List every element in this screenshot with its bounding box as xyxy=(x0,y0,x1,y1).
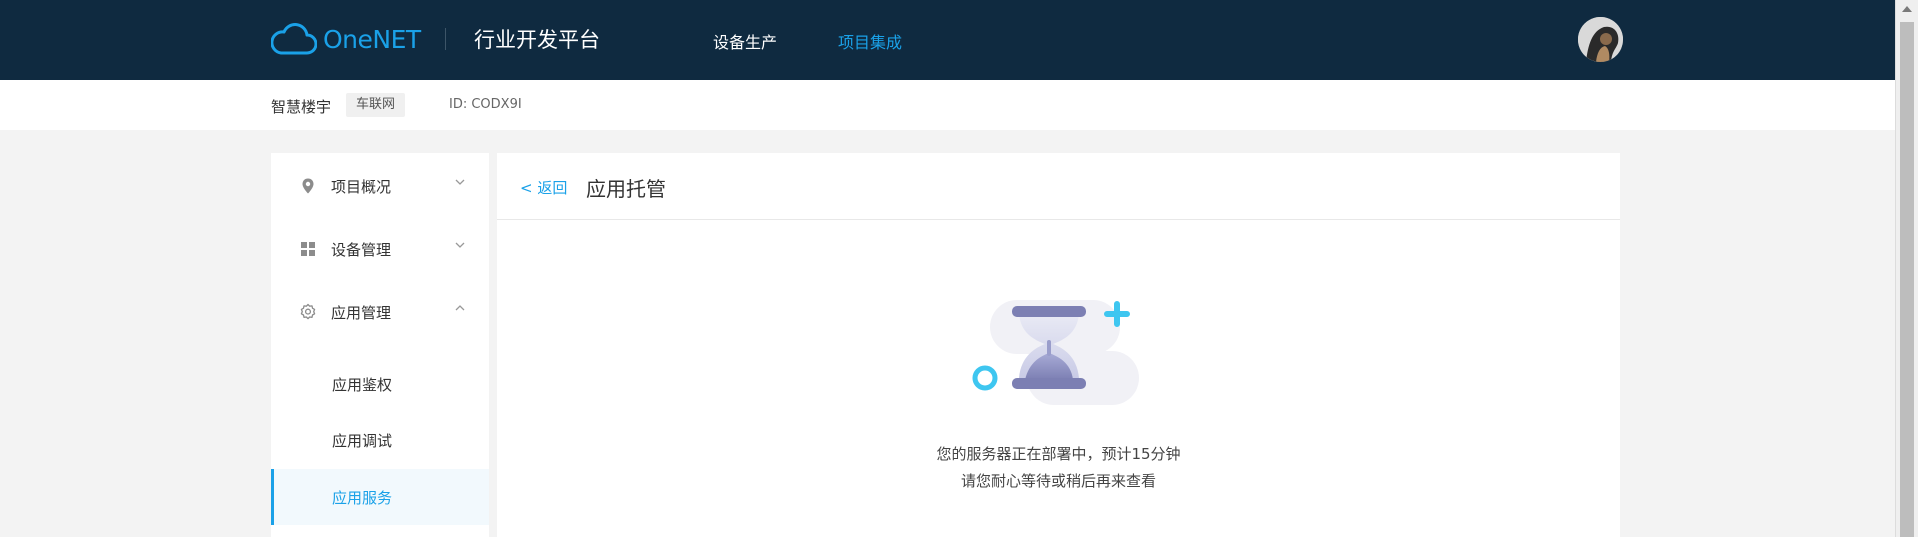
page-scrollbar[interactable] xyxy=(1895,0,1918,537)
sidebar-group-label: 设备管理 xyxy=(331,241,392,259)
deploy-status-message: 您的服务器正在部署中，预计15分钟 xyxy=(936,445,1181,463)
sidebar-item-app-auth[interactable]: 应用鉴权 xyxy=(271,356,489,412)
panel-header: < 返回 应用托管 xyxy=(497,153,1620,220)
nav-project-integration[interactable]: 项目集成 xyxy=(838,29,902,53)
scrollbar-thumb[interactable] xyxy=(1900,22,1914,537)
sidebar-item-label: 应用鉴权 xyxy=(332,376,393,394)
chevron-down-icon xyxy=(455,242,465,248)
hourglass-illustration xyxy=(972,300,1139,405)
sidebar-item-label: 应用服务 xyxy=(332,489,393,507)
chevron-up-icon xyxy=(455,305,465,311)
back-link[interactable]: < 返回 xyxy=(520,177,567,198)
sidebar-item-app-debug[interactable]: 应用调试 xyxy=(271,412,489,468)
sidebar-group-label: 项目概况 xyxy=(331,178,392,196)
cloud-icon xyxy=(271,23,317,55)
project-bar: 智慧楼宇 车联网 ID: CODX9I xyxy=(0,80,1895,130)
nav-device-production[interactable]: 设备生产 xyxy=(713,29,777,53)
location-pin-icon xyxy=(302,178,314,194)
grid-icon xyxy=(301,242,315,256)
sidebar-group-label: 应用管理 xyxy=(331,304,392,322)
chevron-down-icon xyxy=(455,179,465,185)
avatar-image xyxy=(1578,17,1623,62)
project-name: 智慧楼宇 xyxy=(271,98,332,116)
sidebar-item-label: 应用调试 xyxy=(332,432,393,450)
scroll-up-arrow-icon[interactable] xyxy=(1902,6,1912,12)
sidebar: 项目概况 设备管理 应用管理 应用鉴权 应用调试 应用服务 xyxy=(271,153,489,537)
user-avatar[interactable] xyxy=(1578,17,1623,62)
page-title: 应用托管 xyxy=(586,177,666,201)
platform-title: 行业开发平台 xyxy=(474,28,600,52)
sidebar-group-project-overview[interactable]: 项目概况 xyxy=(271,161,489,211)
gear-icon xyxy=(300,303,316,320)
sidebar-group-device-management[interactable]: 设备管理 xyxy=(271,224,489,274)
sidebar-item-app-service[interactable]: 应用服务 xyxy=(271,469,489,525)
main-panel: < 返回 应用托管 您的服务器正在部署中，预计15分钟 请您耐心等待或稍后再来查… xyxy=(497,153,1620,537)
brand-divider xyxy=(445,28,446,50)
top-header: OneNET 行业开发平台 设备生产 项目集成 xyxy=(0,0,1895,80)
project-id: ID: CODX9I xyxy=(449,97,522,112)
project-tag: 车联网 xyxy=(346,93,406,117)
brand-name: OneNET xyxy=(323,24,421,54)
deploy-wait-message: 请您耐心等待或稍后再来查看 xyxy=(960,472,1156,490)
brand-logo[interactable]: OneNET xyxy=(271,22,421,56)
sidebar-group-app-management[interactable]: 应用管理 xyxy=(271,287,489,337)
